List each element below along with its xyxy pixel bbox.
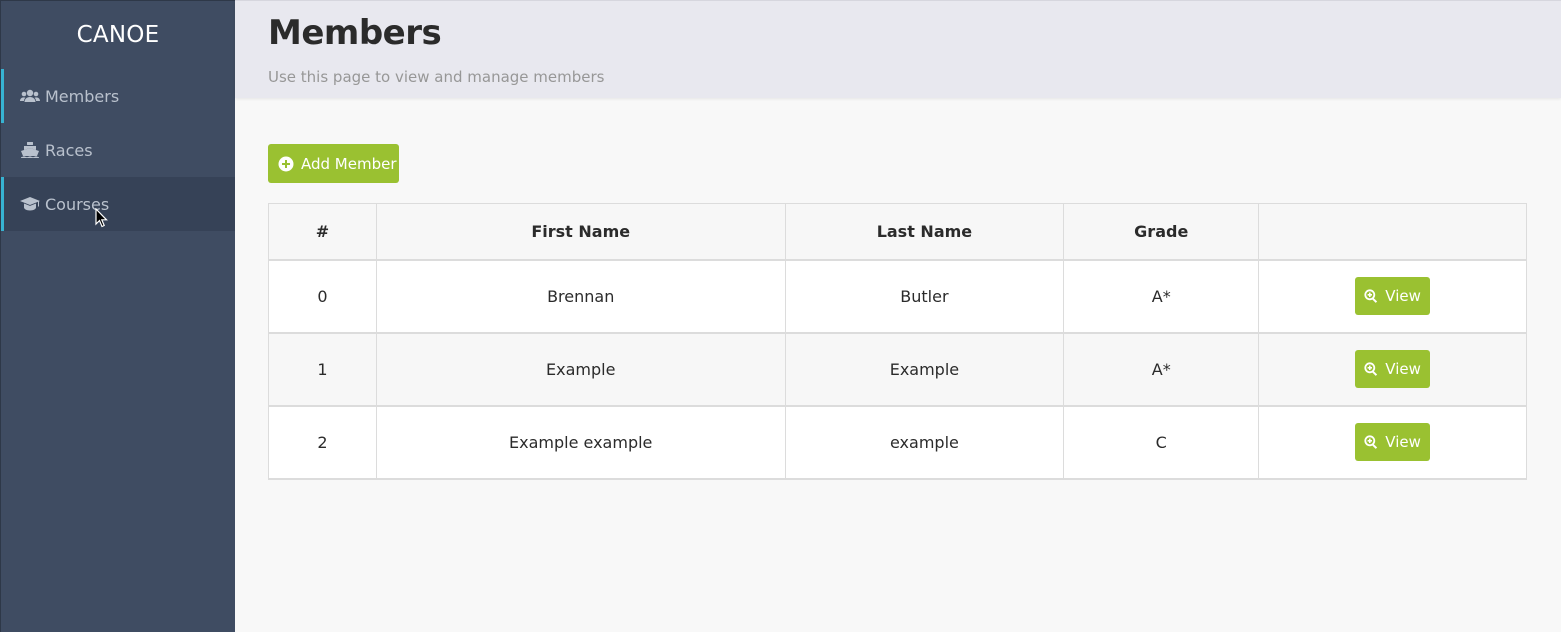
search-plus-icon [1364, 435, 1378, 449]
graduation-cap-icon [20, 196, 40, 212]
column-header-actions [1258, 203, 1527, 261]
cell-grade: C [1063, 405, 1260, 480]
cell-grade: A* [1063, 332, 1260, 407]
add-member-label: Add Member [301, 154, 397, 173]
column-header-last-name: Last Name [784, 203, 1065, 261]
app: CANOE Members Races Courses Members Use … [0, 0, 1561, 632]
cell-first-name: Example example [375, 405, 786, 480]
add-member-button[interactable]: Add Member [268, 144, 399, 183]
view-button-label: View [1385, 287, 1421, 305]
view-button[interactable]: View [1355, 350, 1431, 388]
search-plus-icon [1364, 362, 1378, 376]
sidebar-item-label: Races [45, 140, 93, 160]
page-header: Members Use this page to view and manage… [235, 0, 1561, 98]
sidebar-item-races[interactable]: Races [1, 123, 235, 177]
sidebar: CANOE Members Races Courses [0, 0, 235, 632]
view-button-label: View [1385, 360, 1421, 378]
users-icon [20, 88, 40, 104]
table-row: 0 Brennan Butler A* View [268, 259, 1527, 334]
cell-actions: View [1258, 405, 1527, 480]
members-table: # First Name Last Name Grade 0 Brennan B… [268, 203, 1527, 480]
plus-circle-icon [278, 156, 294, 172]
page-title: Members [268, 13, 442, 53]
cell-first-name: Example [375, 332, 786, 407]
table-row: 1 Example Example A* View [268, 332, 1527, 407]
column-header-number: # [268, 203, 377, 261]
page-subtitle: Use this page to view and manage members [268, 68, 605, 86]
sidebar-item-courses[interactable]: Courses [1, 177, 235, 231]
cell-number: 2 [268, 405, 377, 480]
column-header-first-name: First Name [375, 203, 786, 261]
cell-actions: View [1258, 259, 1527, 334]
sidebar-item-label: Members [45, 86, 120, 106]
sidebar-item-members[interactable]: Members [1, 69, 235, 123]
view-button-label: View [1385, 433, 1421, 451]
ship-icon [20, 142, 40, 158]
cell-first-name: Brennan [375, 259, 786, 334]
cell-last-name: example [784, 405, 1065, 480]
view-button[interactable]: View [1355, 423, 1431, 461]
cell-last-name: Example [784, 332, 1065, 407]
brand-logo[interactable]: CANOE [1, 1, 235, 69]
cell-grade: A* [1063, 259, 1260, 334]
table-row: 2 Example example example C View [268, 405, 1527, 480]
view-button[interactable]: View [1355, 277, 1431, 315]
cell-actions: View [1258, 332, 1527, 407]
mouse-cursor-icon [95, 208, 108, 228]
table-header-row: # First Name Last Name Grade [268, 203, 1527, 261]
search-plus-icon [1364, 289, 1378, 303]
column-header-grade: Grade [1063, 203, 1260, 261]
cell-number: 1 [268, 332, 377, 407]
cell-number: 0 [268, 259, 377, 334]
members-table-container: # First Name Last Name Grade 0 Brennan B… [268, 203, 1527, 480]
cell-last-name: Butler [784, 259, 1065, 334]
